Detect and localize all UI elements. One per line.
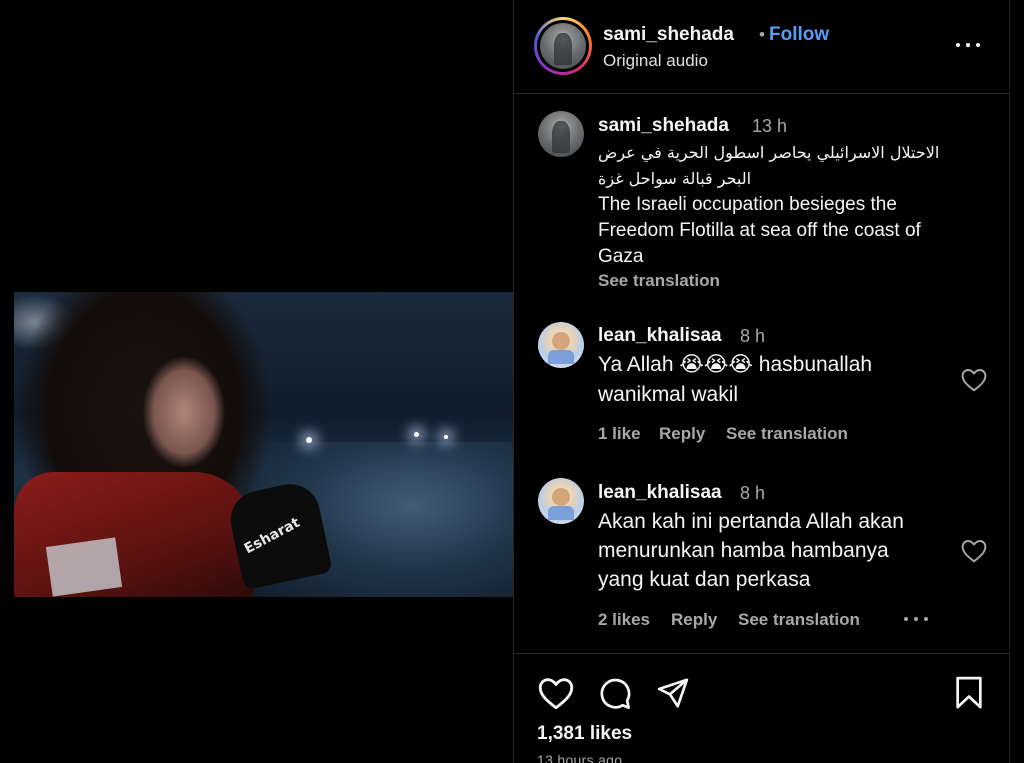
heart-icon[interactable] bbox=[538, 677, 574, 710]
comment-text-line: Ya Allah 😭😭😭 hasbunallah bbox=[598, 353, 873, 376]
audio-link[interactable]: Original audio bbox=[603, 51, 708, 71]
caption-text-line: The Israeli occupation besieges the bbox=[598, 194, 897, 215]
comment-text-line: menurunkan hamba hambanya bbox=[598, 539, 889, 562]
post-side-panel: sami_shehada • Follow Original audio sam… bbox=[513, 0, 1011, 763]
ship-light bbox=[444, 435, 448, 439]
bookmark-icon[interactable] bbox=[954, 676, 984, 710]
caption-text-line: Gaza bbox=[598, 246, 644, 267]
see-translation-link[interactable]: See translation bbox=[738, 610, 860, 630]
see-translation-link[interactable]: See translation bbox=[726, 424, 848, 444]
comment-text-line: wanikmal wakil bbox=[598, 383, 739, 406]
avatar[interactable] bbox=[538, 478, 584, 524]
comment-likes[interactable]: 2 likes bbox=[598, 610, 650, 630]
comment-time[interactable]: 8 h bbox=[740, 483, 765, 504]
send-icon[interactable] bbox=[656, 677, 690, 709]
heart-icon[interactable] bbox=[961, 539, 987, 563]
comment-username[interactable]: lean_khalisaa bbox=[598, 325, 722, 347]
author-username[interactable]: sami_shehada bbox=[603, 24, 734, 46]
heart-icon[interactable] bbox=[961, 368, 987, 392]
comment-icon[interactable] bbox=[598, 677, 632, 711]
action-bar bbox=[514, 653, 1011, 763]
comment-likes[interactable]: 1 like bbox=[598, 424, 641, 444]
ship-light bbox=[414, 432, 419, 437]
post-video[interactable]: Esharat bbox=[14, 292, 513, 597]
comment-text-line: Akan kah ini pertanda Allah akan bbox=[598, 510, 904, 533]
comment-username[interactable]: lean_khalisaa bbox=[598, 482, 722, 504]
like-count[interactable]: 1,381 likes bbox=[537, 723, 632, 745]
comments-list[interactable]: sami_shehada 13 h الاحتلال الاسرائيلي يح… bbox=[514, 95, 1011, 653]
caption-text-line: Freedom Flotilla at sea off the coast of bbox=[598, 220, 921, 241]
author-avatar[interactable] bbox=[534, 17, 592, 75]
post-timestamp: 13 hours ago bbox=[537, 752, 623, 763]
caption-arabic-line: البحر قبالة سواحل غزة bbox=[598, 169, 752, 188]
more-options-icon[interactable] bbox=[954, 37, 982, 53]
post-header: sami_shehada • Follow Original audio bbox=[514, 0, 1011, 94]
jacket-patch bbox=[45, 537, 123, 597]
follow-button[interactable]: Follow bbox=[769, 24, 829, 46]
caption-time[interactable]: 13 h bbox=[752, 116, 787, 137]
comment-text-line: yang kuat dan perkasa bbox=[598, 568, 811, 591]
avatar-image bbox=[540, 23, 586, 69]
avatar[interactable] bbox=[538, 111, 584, 157]
separator-dot: • bbox=[759, 25, 765, 44]
reply-button[interactable]: Reply bbox=[659, 424, 705, 444]
caption-username[interactable]: sami_shehada bbox=[598, 115, 729, 137]
caption-arabic-line: الاحتلال الاسرائيلي يحاصر اسطول الحرية ف… bbox=[598, 143, 940, 162]
reply-button[interactable]: Reply bbox=[671, 610, 717, 630]
comment-time[interactable]: 8 h bbox=[740, 326, 765, 347]
see-translation-link[interactable]: See translation bbox=[598, 271, 720, 291]
media-pane: Esharat bbox=[14, 0, 513, 763]
comment-more-icon[interactable] bbox=[902, 611, 930, 627]
avatar[interactable] bbox=[538, 322, 584, 368]
